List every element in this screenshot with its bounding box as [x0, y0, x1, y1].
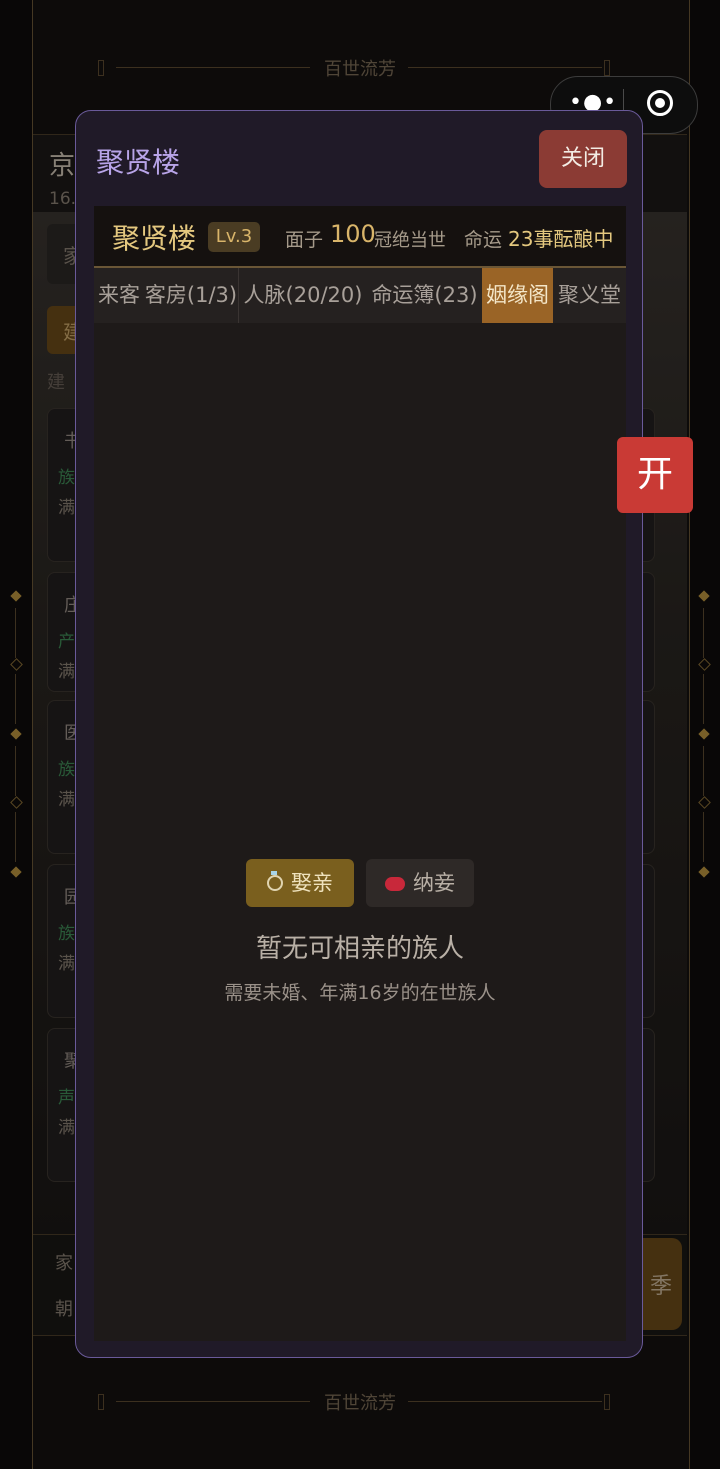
target-circle-icon[interactable] — [647, 90, 673, 116]
tab-bar: 来客 客房(1/3) 人脉(20/20) 命运簿(23) 姻缘阁 聚义堂 — [94, 268, 626, 323]
building-modal: 聚贤楼 关闭 聚贤楼 Lv.3 面子 100 冠绝当世 命运 23事酝酿中 来客… — [75, 110, 643, 1358]
tab-guests[interactable]: 来客 — [94, 268, 144, 323]
face-label: 面子 — [285, 229, 324, 251]
fate-value: 23事酝酿中 — [508, 227, 614, 251]
modal-panel: 聚贤楼 Lv.3 面子 100 冠绝当世 命运 23事酝酿中 来客 客房(1/3… — [94, 206, 626, 1341]
building-name: 聚贤楼 — [112, 222, 197, 255]
concubine-button[interactable]: 纳妾 — [366, 859, 474, 907]
red-thread-icon — [385, 877, 405, 891]
fate-label: 命运 — [464, 229, 503, 251]
tab-marriage[interactable]: 姻缘阁 — [482, 268, 553, 323]
tab-connections[interactable]: 人脉(20/20) — [239, 268, 367, 323]
building-info-bar: 聚贤楼 Lv.3 面子 100 冠绝当世 命运 23事酝酿中 — [94, 206, 626, 268]
marry-button[interactable]: 娶亲 — [246, 859, 354, 907]
ring-icon — [267, 871, 283, 891]
empty-state-desc: 需要未婚、年满16岁的在世族人 — [224, 982, 496, 1004]
tab-fate-book[interactable]: 命运簿(23) — [367, 268, 482, 323]
open-button[interactable]: 开 — [617, 437, 693, 513]
tab-brotherhood[interactable]: 聚义堂 — [553, 268, 626, 323]
close-button[interactable]: 关闭 — [539, 130, 627, 188]
modal-title: 聚贤楼 — [96, 146, 181, 179]
face-value: 100 — [330, 220, 376, 248]
empty-state-title: 暂无可相亲的族人 — [255, 934, 464, 964]
face-title: 冠绝当世 — [374, 230, 446, 251]
level-badge: Lv.3 — [208, 222, 260, 252]
tab-rooms[interactable]: 客房(1/3) — [144, 268, 238, 323]
